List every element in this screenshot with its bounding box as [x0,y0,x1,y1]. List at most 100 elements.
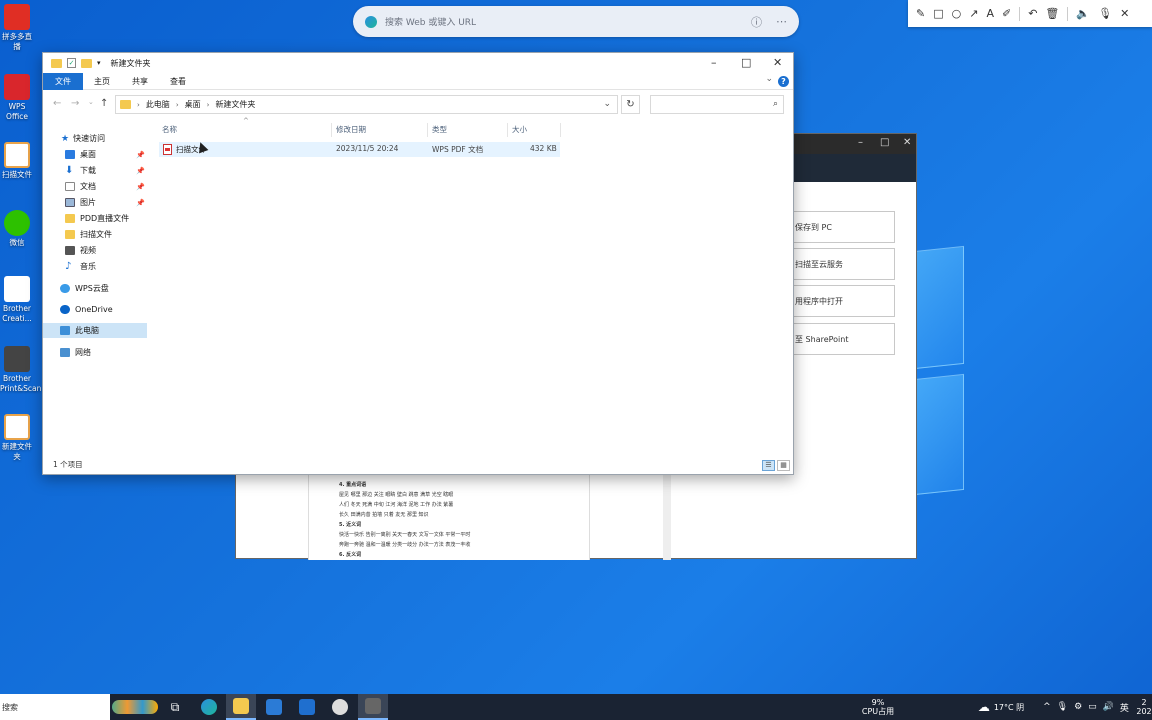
breadcrumb-separator: › [137,100,140,109]
breadcrumb-this-pc[interactable]: 此电脑 [146,99,170,110]
help-icon[interactable]: ? [778,76,789,87]
maximize-icon[interactable]: □ [741,56,751,69]
undo-icon[interactable]: ↶ [1028,7,1037,20]
recent-locations-icon[interactable]: ⌄ [88,98,94,106]
nav-item-music[interactable]: ♪ 音乐 [43,259,147,274]
wechat-icon [4,210,30,236]
taskbar-search-box[interactable]: 搜索 [0,694,110,720]
scan-to-cloud-button[interactable]: 扫描至云服务 [780,248,895,280]
pdd-icon [4,4,30,30]
tab-share[interactable]: 共享 [121,73,159,90]
customize-toolbar-icon[interactable]: ▾ [97,59,101,67]
taskbar-mail[interactable] [292,694,322,720]
maximize-icon[interactable]: □ [880,137,889,148]
nav-item-pdd-files[interactable]: PDD直播文件 [43,211,147,226]
search-box[interactable]: ⌕ [650,95,784,114]
nav-item-scan-files[interactable]: 扫描文件 [43,227,147,242]
up-icon[interactable]: ↑ [100,98,108,109]
address-bar[interactable]: › 此电脑 › 桌面 › 新建文件夹 ⌄ [115,95,618,114]
desktop-icon-wps[interactable]: WPS Office [0,74,34,122]
microphone-icon[interactable]: 🎙 [1057,702,1068,712]
close-icon[interactable]: ✕ [773,56,782,69]
desktop-icon-brother-printscan[interactable]: Brother Print&Scan [0,346,41,394]
nav-item-documents[interactable]: 文档 📌 [43,179,147,194]
network-icon[interactable]: ▭ [1088,702,1097,712]
text-icon[interactable]: A [986,7,994,20]
rectangle-icon[interactable]: □ [933,7,943,20]
taskbar-brother-scan[interactable] [358,694,388,720]
to-sharepoint-button[interactable]: 至 SharePoint [780,323,895,355]
usb-icon[interactable]: ⚙ [1074,702,1082,712]
column-header-type[interactable]: 类型 [428,123,508,137]
show-hidden-icons[interactable]: ^ [1043,702,1051,712]
save-to-pc-button[interactable]: 保存到 PC [780,211,895,243]
more-icon[interactable]: ⋯ [776,15,787,28]
volume-icon[interactable]: 🔊 [1103,702,1114,712]
weather-widget[interactable]: ☁ 17°C 阴 [966,694,1036,720]
new-folder-icon[interactable] [81,58,92,68]
tab-home[interactable]: 主页 [83,73,121,90]
forward-icon[interactable]: → [71,98,79,109]
column-header-modified[interactable]: 修改日期 [332,123,428,137]
arrow-icon[interactable]: ↗ [969,7,978,20]
tab-file[interactable]: 文件 [43,72,83,90]
close-icon[interactable]: ✕ [1120,7,1129,20]
minimize-icon[interactable]: – [858,137,863,148]
search-input[interactable] [651,96,761,113]
address-dropdown-icon[interactable]: ⌄ [603,99,611,109]
taskbar-app-avatar[interactable] [325,694,355,720]
file-row[interactable]: 扫描文件 2023/11/5 20:24 WPS PDF 文档 432 KB [159,142,560,157]
large-icons-view-button[interactable]: ▦ [777,460,790,471]
desktop-icon-new-folder[interactable]: 新建文件夹 [0,414,34,462]
close-icon[interactable]: ✕ [903,137,911,148]
desktop-icon-pdd-live[interactable]: 拼多多直播 [0,4,34,52]
circle-icon[interactable]: ○ [952,7,962,20]
back-icon[interactable]: ← [53,98,61,109]
desktop-icon-wechat[interactable]: 微信 [0,210,34,248]
task-view-button[interactable]: ⧉ [160,694,190,720]
onedrive-icon [60,305,70,314]
nav-item-desktop[interactable]: 桌面 📌 [43,147,147,162]
properties-icon[interactable]: ✓ [67,58,76,68]
search-highlight-image[interactable] [110,694,160,720]
input-method-indicator[interactable]: 英 [1120,701,1129,714]
trash-icon[interactable]: 🗑 [1045,7,1059,20]
highlighter-icon[interactable]: ✐ [1002,7,1011,20]
refresh-button[interactable]: ↻ [621,95,640,114]
speaker-icon[interactable]: 🔈 [1076,7,1090,20]
folder-icon [65,230,75,239]
nav-network[interactable]: 网络 [43,345,147,360]
taskbar-store[interactable] [259,694,289,720]
nav-this-pc[interactable]: 此电脑 [43,323,147,338]
nav-wps-cloud[interactable]: WPS云盘 [43,281,147,296]
browser-search-bar[interactable]: 搜索 Web 或键入 URL ⓘ ⋯ [353,6,799,37]
document-icon [4,276,30,302]
column-header-name[interactable]: 名称 [158,123,332,137]
tab-view[interactable]: 查看 [159,73,197,90]
open-in-app-button[interactable]: 用程序中打开 [780,285,895,317]
clock[interactable]: 2 202 [1136,694,1152,720]
nav-item-downloads[interactable]: ⬇ 下载 📌 [43,163,147,178]
breadcrumb-new-folder[interactable]: 新建文件夹 [215,99,255,110]
column-header-size[interactable]: 大小 [508,123,561,137]
taskbar-file-explorer[interactable] [226,694,256,720]
desktop-icon-brother-creative[interactable]: Brother Creati... [0,276,34,324]
nav-item-videos[interactable]: 视频 [43,243,147,258]
taskbar-edge[interactable] [194,694,224,720]
edge-icon [365,15,377,28]
expand-ribbon-icon[interactable]: ⌄ [765,74,773,84]
status-bar-count: 1 个项目 [53,460,83,469]
desktop-icon-scan-file[interactable]: 扫描文件 [0,142,34,180]
nav-onedrive[interactable]: OneDrive [43,302,147,317]
microphone-icon[interactable]: 🎙 [1098,7,1112,20]
breadcrumb-desktop[interactable]: 桌面 [185,99,201,110]
cpu-usage-indicator[interactable]: 9% CPU占用 [850,694,906,720]
nav-item-pictures[interactable]: 图片 📌 [43,195,147,210]
preview-scrollbar[interactable] [663,474,671,560]
nav-quick-access[interactable]: ★ 快速访问 [43,131,147,146]
pen-icon[interactable]: ✎ [916,7,925,20]
details-view-button[interactable]: ☰ [762,460,775,471]
help-icon[interactable]: ⓘ [751,14,762,30]
minimize-icon[interactable]: – [711,56,717,69]
file-modified: 2023/11/5 20:24 [336,144,399,153]
